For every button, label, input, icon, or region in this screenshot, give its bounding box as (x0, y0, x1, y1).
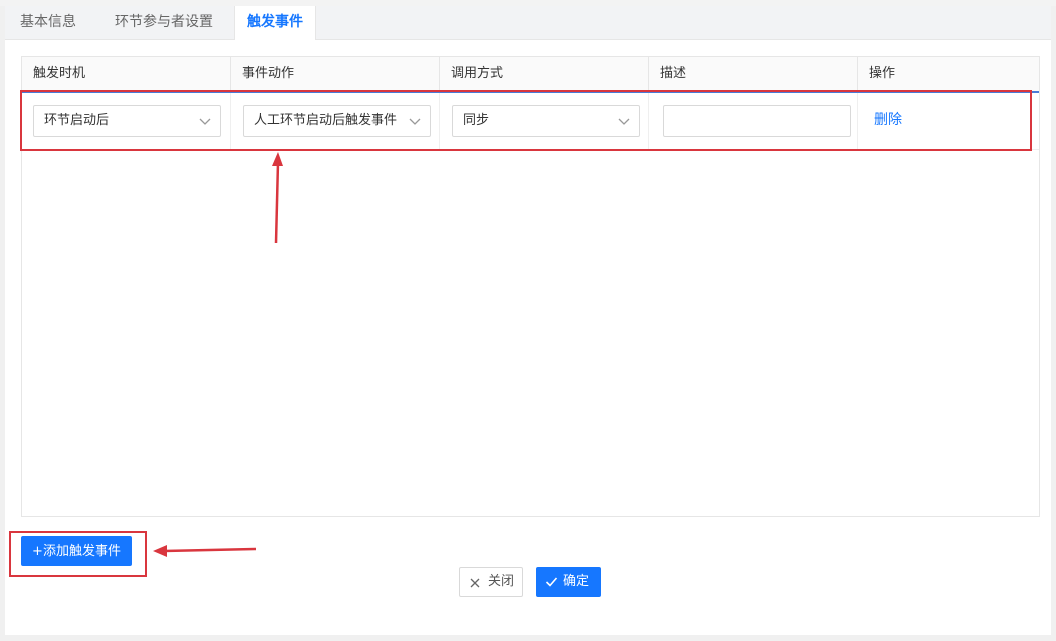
header-trigger-time: 触发时机 (22, 57, 231, 91)
check-icon (545, 577, 558, 587)
trigger-event-table: 触发时机 事件动作 调用方式 描述 操作 环节启动后 人工环节启动后触发事件 同… (21, 56, 1040, 517)
table-header: 触发时机 事件动作 调用方式 描述 操作 (22, 57, 1039, 93)
header-event-action: 事件动作 (231, 57, 440, 91)
close-button-label: 关闭 (488, 574, 515, 589)
header-operation: 操作 (869, 66, 896, 81)
chevron-down-icon (618, 118, 630, 125)
cell-call-mode: 同步 (440, 93, 649, 149)
call-mode-value: 同步 (463, 113, 490, 128)
confirm-button-label: 确定 (563, 574, 590, 589)
event-action-value: 人工环节启动后触发事件 (254, 113, 398, 128)
cell-description (649, 93, 858, 149)
trigger-time-select[interactable]: 环节启动后 (33, 105, 221, 137)
table-row: 环节启动后 人工环节启动后触发事件 同步 删除 (22, 93, 1039, 150)
cell-trigger-time: 环节启动后 (22, 93, 231, 149)
cell-event-action: 人工环节启动后触发事件 (231, 93, 440, 149)
tab-participant-settings[interactable]: 环节参与者设置 (103, 6, 225, 39)
close-button[interactable]: 关闭 (459, 567, 523, 597)
event-action-select[interactable]: 人工环节启动后触发事件 (243, 105, 431, 137)
chevron-down-icon (409, 118, 421, 125)
tab-bar: 基本信息 环节参与者设置 触发事件 (5, 6, 1051, 40)
trigger-time-value: 环节启动后 (44, 113, 110, 128)
tab-basic-info[interactable]: 基本信息 (8, 6, 88, 39)
tab-trigger-events[interactable]: 触发事件 (234, 6, 316, 40)
description-input[interactable] (663, 105, 851, 137)
chevron-down-icon (199, 118, 211, 125)
add-trigger-event-button[interactable]: +添加触发事件 (21, 536, 132, 566)
delete-link[interactable]: 删除 (874, 109, 902, 129)
call-mode-select[interactable]: 同步 (452, 105, 640, 137)
close-icon (470, 578, 480, 588)
cell-operation: 删除 (858, 93, 1039, 149)
header-call-mode: 调用方式 (440, 57, 649, 91)
confirm-button[interactable]: 确定 (536, 567, 601, 597)
dialog-panel: 基本信息 环节参与者设置 触发事件 触发时机 事件动作 调用方式 描述 操作 环… (5, 6, 1051, 635)
header-description: 描述 (649, 57, 858, 91)
